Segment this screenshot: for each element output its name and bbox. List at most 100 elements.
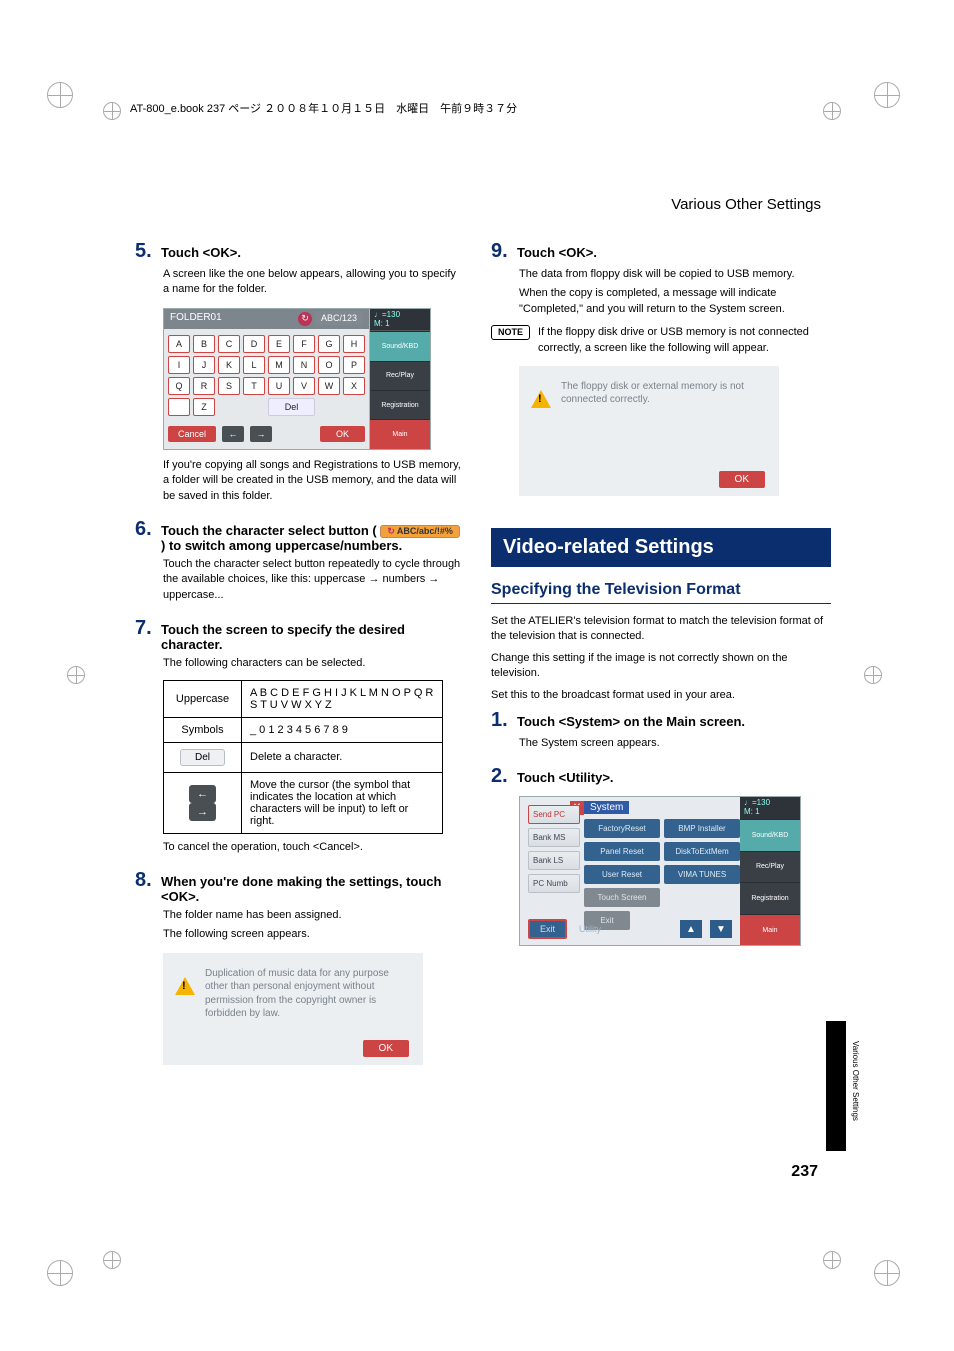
step-6: 6. Touch the character select button ( ↻… [135, 518, 463, 603]
step-number: 7. [135, 617, 161, 640]
key-button[interactable]: I [168, 356, 190, 374]
key-button[interactable] [168, 398, 190, 416]
key-button[interactable]: C [218, 335, 240, 353]
main-button[interactable]: Main [370, 419, 430, 448]
folder-name-screenshot: FOLDER01 ↻ ABC/123 A B C D E F G [163, 308, 431, 450]
registration-button[interactable]: Registration [370, 390, 430, 419]
note-text: If the floppy disk drive or USB memory i… [538, 325, 819, 356]
step-number: 6. [135, 518, 161, 541]
page-number: 237 [791, 1163, 818, 1181]
del-button[interactable]: Del [268, 398, 315, 416]
menu-button[interactable]: FactoryReset [584, 819, 660, 838]
menu-button[interactable]: BMP Installer [664, 819, 740, 838]
warning-text: The floppy disk or external memory is no… [561, 380, 767, 407]
menu-button[interactable]: User Reset [584, 865, 660, 884]
registration-button[interactable]: Registration [740, 882, 800, 914]
step-title: Touch <System> on the Main screen. [517, 714, 819, 729]
step-9: 9. Touch <OK>. The data from floppy disk… [491, 240, 819, 496]
table-cell-label: ←→ [164, 772, 242, 833]
registration-mark-icon [103, 102, 121, 120]
rec-play-button[interactable]: Rec/Play [740, 851, 800, 883]
key-button[interactable]: B [193, 335, 215, 353]
exit-button[interactable]: Exit [528, 919, 567, 939]
key-button[interactable]: G [318, 335, 340, 353]
step-8: 8. When you're done making the settings,… [135, 869, 463, 1065]
key-button[interactable]: F [293, 335, 315, 353]
registration-mark-icon [823, 1251, 841, 1269]
key-button[interactable]: H [343, 335, 365, 353]
step-number: 9. [491, 240, 517, 263]
ok-button[interactable]: OK [320, 426, 365, 442]
key-button[interactable]: S [218, 377, 240, 395]
screen-title: FOLDER01 [170, 312, 222, 326]
system-tab[interactable]: Bank LS [528, 851, 580, 870]
warning-dialog: Duplication of music data for any purpos… [163, 953, 423, 1065]
rec-play-button[interactable]: Rec/Play [370, 361, 430, 390]
cursor-left-button[interactable]: ← [222, 426, 244, 442]
key-button[interactable]: T [243, 377, 265, 395]
system-tab[interactable]: Send PC [528, 805, 580, 824]
ok-button[interactable]: OK [719, 471, 765, 488]
table-cell-value: A B C D E F G H I J K L M N O P Q R S T … [242, 680, 443, 717]
system-tab[interactable]: PC Numb [528, 874, 580, 893]
table-cell-value: Delete a character. [242, 742, 443, 772]
sound-kbd-button[interactable]: Sound/KBD [740, 819, 800, 851]
step-2: 2. Touch <Utility>. ✕ System Send PC Ban… [491, 765, 819, 946]
key-button[interactable]: A [168, 335, 190, 353]
key-button[interactable]: M [268, 356, 290, 374]
menu-button[interactable]: VIMA TUNES [664, 865, 740, 884]
utility-label[interactable]: Utility [575, 921, 605, 937]
step-body-text: The data from floppy disk will be copied… [519, 267, 819, 282]
book-meta-line: AT-800_e.book 237 ページ ２００８年１０月１５日 水曜日 午前… [130, 100, 824, 116]
key-button[interactable]: P [343, 356, 365, 374]
paragraph: Change this setting if the image is not … [491, 651, 831, 682]
key-button[interactable]: X [343, 377, 365, 395]
step-title: Touch <Utility>. [517, 770, 819, 785]
cursor-right-button[interactable]: → [250, 426, 272, 442]
step-7: 7. Touch the screen to specify the desir… [135, 617, 463, 855]
character-table: Uppercase A B C D E F G H I J K L M N O … [163, 680, 443, 834]
table-cell-label: Uppercase [164, 680, 242, 717]
menu-button[interactable]: DiskToExtMem [664, 842, 740, 861]
table-cell-label: Symbols [164, 717, 242, 742]
step-body-text: The System screen appears. [519, 736, 819, 751]
key-button[interactable]: O [318, 356, 340, 374]
char-select-pill: ↻ABC/abc/!#% [380, 525, 460, 538]
step-body-text: A screen like the one below appears, all… [163, 267, 463, 298]
menu-button[interactable]: Panel Reset [584, 842, 660, 861]
registration-mark-icon [864, 666, 882, 684]
key-button[interactable]: J [193, 356, 215, 374]
key-button[interactable]: Q [168, 377, 190, 395]
step-body-text: If you're copying all songs and Registra… [163, 458, 463, 504]
abc-toggle-button[interactable]: ABC/123 [315, 311, 363, 325]
key-button[interactable]: W [318, 377, 340, 395]
key-button[interactable]: E [268, 335, 290, 353]
system-tab[interactable]: Bank MS [528, 828, 580, 847]
menu-button[interactable]: Touch Screen [584, 888, 660, 907]
key-button[interactable]: K [218, 356, 240, 374]
cancel-button[interactable]: Cancel [168, 426, 216, 442]
ok-button[interactable]: OK [363, 1040, 409, 1057]
tempo-indicator: ♩=130M: 1 [740, 797, 800, 819]
step-body-text: Touch the character select button repeat… [163, 557, 463, 603]
table-cell-label: Del [164, 742, 242, 772]
del-key-icon: Del [180, 749, 225, 766]
step-number: 5. [135, 240, 161, 263]
sound-kbd-button[interactable]: Sound/KBD [370, 331, 430, 360]
registration-mark-icon [823, 102, 841, 120]
registration-mark-icon [874, 82, 900, 108]
key-button[interactable]: R [193, 377, 215, 395]
key-button[interactable]: V [293, 377, 315, 395]
key-button[interactable]: D [243, 335, 265, 353]
main-button[interactable]: Main [740, 914, 800, 946]
key-button[interactable]: L [243, 356, 265, 374]
step-title: When you're done making the settings, to… [161, 874, 463, 904]
arrow-left-icon: ← [189, 785, 216, 803]
key-button[interactable]: U [268, 377, 290, 395]
scroll-down-button[interactable]: ▼ [710, 920, 732, 938]
step-number: 2. [491, 765, 517, 788]
scroll-up-button[interactable]: ▲ [680, 920, 702, 938]
key-button[interactable]: Z [193, 398, 215, 416]
key-button[interactable]: N [293, 356, 315, 374]
system-screenshot: ✕ System Send PC Bank MS Bank LS PC Numb… [519, 796, 801, 946]
